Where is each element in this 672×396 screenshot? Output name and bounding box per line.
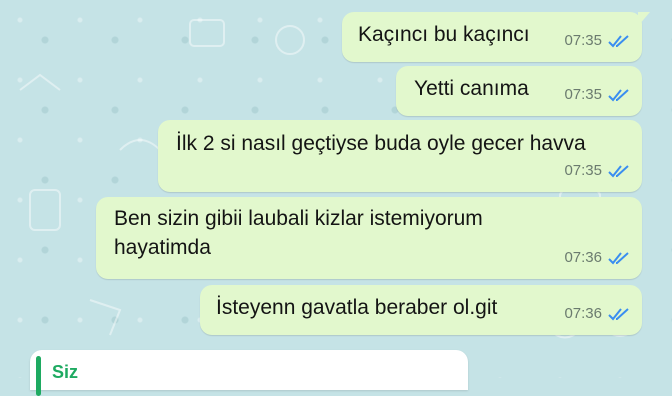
double-check-icon [608, 164, 629, 177]
message-meta: 07:36 [564, 243, 630, 272]
message-bubble[interactable]: İsteyenn gavatla beraber ol.git 07:36 [200, 285, 642, 335]
message-time: 07:35 [564, 32, 602, 49]
double-check-icon [608, 307, 629, 320]
message-bubble[interactable]: Kaçıncı bu kaçıncı 07:35 [342, 12, 650, 62]
incoming-message-bubble[interactable]: Siz [30, 350, 468, 396]
double-check-icon [608, 34, 629, 47]
quoted-sender-name: Siz [52, 362, 79, 382]
message-time: 07:36 [564, 249, 602, 266]
message-time: 07:35 [564, 86, 602, 103]
bubble-tail [638, 12, 650, 26]
chat-message-list[interactable]: Kaçıncı bu kaçıncı 07:35 Yetti canıma 07… [0, 0, 672, 396]
quote-accent-bar [36, 356, 41, 396]
message-time: 07:35 [564, 162, 602, 179]
message-bubble[interactable]: Ben sizin gibii laubali kizlar istemiyor… [96, 197, 642, 279]
message-bubble[interactable]: İlk 2 si nasıl geçtiyse buda oyle gecer … [158, 120, 642, 192]
message-text: İlk 2 si nasıl geçtiyse buda oyle gecer … [176, 132, 586, 155]
message-meta: 07:36 [564, 299, 630, 328]
message-meta: 07:35 [564, 156, 630, 185]
message-bubble[interactable]: Yetti canıma 07:35 [396, 66, 642, 116]
double-check-icon [608, 251, 629, 264]
message-time: 07:36 [564, 305, 602, 322]
message-text: Ben sizin gibii laubali kizlar istemiyor… [114, 207, 483, 259]
message-meta: 07:35 [564, 80, 630, 109]
double-check-icon [608, 88, 629, 101]
message-meta: 07:35 [564, 26, 630, 55]
